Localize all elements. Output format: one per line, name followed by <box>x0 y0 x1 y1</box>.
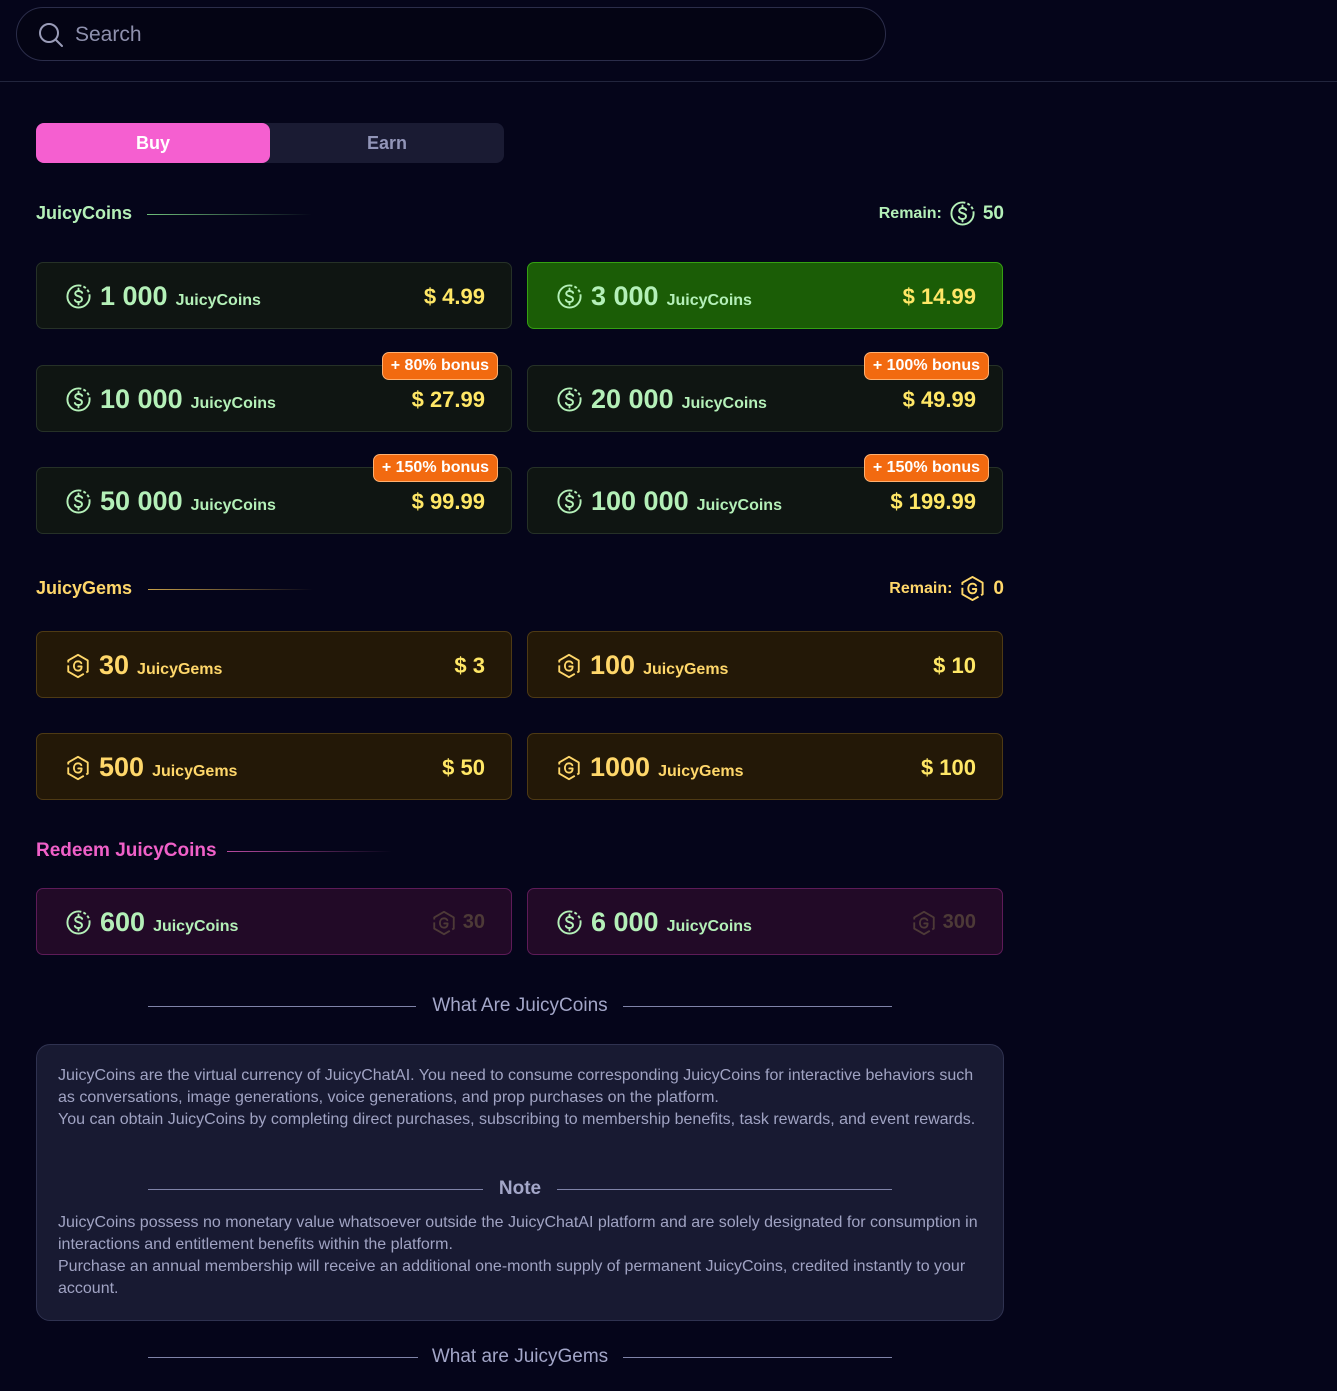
package-amount: 100 <box>590 650 636 680</box>
package-unit: JuicyCoins <box>696 496 782 514</box>
redeem-amount: 600 <box>100 907 146 937</box>
package-price: $ 10 <box>933 653 976 678</box>
package-price: $ 14.99 <box>902 284 976 309</box>
redeem-amount: 6 000 <box>591 907 659 937</box>
package-unit: JuicyCoins <box>681 394 767 412</box>
dollar-circle-icon <box>65 283 92 310</box>
redeem-cost: 30 <box>431 889 485 956</box>
package-unit: JuicyGems <box>658 762 744 780</box>
package-price: $ 4.99 <box>423 284 485 309</box>
gem-g-icon <box>959 575 986 602</box>
what-are-juicycoins-heading: What Are JuicyCoins <box>148 995 892 1019</box>
package-amount: 500 <box>99 752 145 782</box>
heading-line-right <box>623 1357 892 1358</box>
gem-g-icon <box>556 653 582 679</box>
gem-package-card[interactable]: 30 JuicyGems $ 3 <box>36 631 512 698</box>
heading-line-right <box>623 1006 892 1007</box>
package-amount: 10 000 <box>100 384 183 414</box>
dollar-circle-icon <box>65 488 92 515</box>
package-price: $ 99.99 <box>411 489 485 514</box>
dollar-circle-icon <box>949 200 976 227</box>
redeem-title-line <box>227 851 392 852</box>
juicygems-remain-value: 0 <box>993 577 1004 599</box>
gem-package-card[interactable]: 500 JuicyGems $ 50 <box>36 733 512 800</box>
buy-earn-tabs: Buy Earn <box>36 123 504 163</box>
package-amount: 50 000 <box>100 486 183 516</box>
package-unit: JuicyCoins <box>190 496 276 514</box>
package-unit: JuicyCoins <box>190 394 276 412</box>
coin-package-card[interactable]: 1 000 JuicyCoins $ 4.99 <box>36 262 512 329</box>
gem-g-icon <box>431 910 457 936</box>
juicycoins-title-line <box>147 214 312 215</box>
remain-label: Remain: <box>878 204 942 222</box>
package-unit: JuicyGems <box>643 660 729 678</box>
note-paragraph-2: Purchase an annual membership will recei… <box>58 1258 966 1297</box>
dollar-circle-icon <box>556 488 583 515</box>
package-unit: JuicyGems <box>152 762 238 780</box>
dollar-circle-icon <box>556 909 583 936</box>
juicygems-section-title: JuicyGems <box>36 578 133 598</box>
package-amount: 20 000 <box>591 384 674 414</box>
juicygems-title-line <box>148 589 313 590</box>
gem-g-icon <box>65 653 91 679</box>
dollar-circle-icon <box>556 386 583 413</box>
top-bar <box>0 0 1337 82</box>
note-line-right <box>557 1189 892 1190</box>
gem-g-icon <box>556 755 582 781</box>
redeem-unit: JuicyCoins <box>666 917 752 935</box>
redeem-card[interactable]: 6 000 JuicyCoins 300 <box>527 888 1003 955</box>
juicygems-remain: Remain: 0 <box>889 575 1004 602</box>
package-amount: 1 000 <box>100 281 168 311</box>
package-amount: 1000 <box>590 752 651 782</box>
redeem-section-title: Redeem JuicyCoins <box>36 840 217 861</box>
redeem-unit: JuicyCoins <box>153 917 239 935</box>
package-amount: 100 000 <box>591 486 689 516</box>
tab-buy[interactable]: Buy <box>36 123 270 163</box>
gem-g-icon <box>65 755 91 781</box>
package-amount: 30 <box>99 650 130 680</box>
dollar-circle-icon <box>65 386 92 413</box>
redeem-cost-value: 300 <box>942 911 976 933</box>
package-unit: JuicyCoins <box>175 291 261 309</box>
dollar-circle-icon <box>556 283 583 310</box>
info-paragraph-1: JuicyCoins are the virtual currency of J… <box>58 1067 974 1106</box>
coin-package-card[interactable]: + 100% bonus 20 000 JuicyCoins $ 49.99 <box>527 352 1003 432</box>
search-input[interactable] <box>73 8 857 62</box>
juicycoins-remain-value: 50 <box>982 202 1004 224</box>
package-price: $ 199.99 <box>890 489 976 514</box>
package-price: $ 49.99 <box>902 387 976 412</box>
note-heading: Note <box>148 1178 892 1202</box>
gem-package-card[interactable]: 100 JuicyGems $ 10 <box>527 631 1003 698</box>
tab-earn[interactable]: Earn <box>270 123 504 163</box>
juicycoins-remain: Remain: 50 <box>879 200 1004 227</box>
coin-package-card[interactable]: + 150% bonus 100 000 JuicyCoins $ 199.99 <box>527 454 1003 534</box>
redeem-cost-value: 30 <box>462 911 485 933</box>
what-are-juicygems-heading: What are JuicyGems <box>148 1346 892 1370</box>
gem-g-icon <box>911 910 937 936</box>
package-price: $ 3 <box>454 653 485 678</box>
info-paragraph-2: You can obtain JuicyCoins by completing … <box>58 1111 976 1128</box>
package-price: $ 100 <box>920 755 976 780</box>
gem-package-card[interactable]: 1000 JuicyGems $ 100 <box>527 733 1003 800</box>
coin-package-card[interactable]: + 150% bonus 50 000 JuicyCoins $ 99.99 <box>36 454 512 534</box>
remain-label: Remain: <box>889 579 953 597</box>
package-unit: JuicyGems <box>137 660 223 678</box>
package-price: $ 50 <box>442 755 485 780</box>
search-icon <box>39 23 63 47</box>
search-box[interactable] <box>16 7 886 62</box>
note-paragraph-1: JuicyCoins possess no monetary value wha… <box>58 1214 978 1253</box>
package-amount: 3 000 <box>591 281 659 311</box>
coin-package-card-selected[interactable]: 3 000 JuicyCoins $ 14.99 <box>527 262 1003 329</box>
redeem-card[interactable]: 600 JuicyCoins 30 <box>36 888 512 955</box>
package-price: $ 27.99 <box>411 387 485 412</box>
coin-package-card[interactable]: + 80% bonus 10 000 JuicyCoins $ 27.99 <box>36 352 512 432</box>
package-unit: JuicyCoins <box>666 291 752 309</box>
juicycoins-section-title: JuicyCoins <box>36 203 133 223</box>
redeem-cost: 300 <box>911 889 976 956</box>
dollar-circle-icon <box>65 909 92 936</box>
info-panel: JuicyCoins are the virtual currency of J… <box>36 1044 1004 1321</box>
